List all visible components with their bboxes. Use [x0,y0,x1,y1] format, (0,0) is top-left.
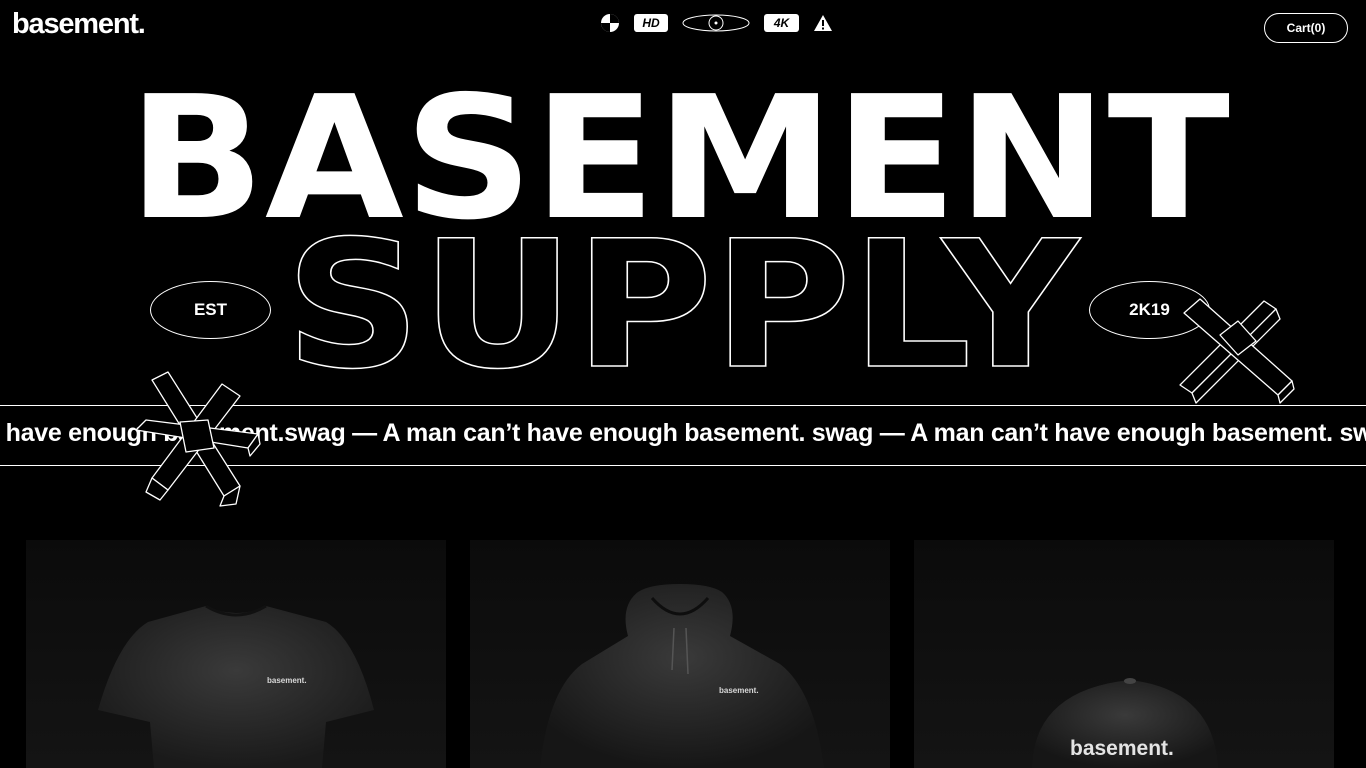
cart-button[interactable]: Cart(0) [1264,13,1348,43]
contrast-icon [600,13,620,33]
warning-icon [813,14,833,32]
hd-badge: HD [634,14,668,32]
tshirt-image [98,604,374,768]
4k-badge: 4K [764,14,799,32]
site-logo[interactable]: basement. [12,8,146,41]
star-3d-icon [1179,298,1295,404]
hoodie-logo: basement. [719,686,759,695]
product-card-tshirt[interactable]: basement. [26,540,446,768]
hoodie-image [540,584,824,768]
cap-logo: basement. [1070,737,1174,760]
cap-image [1032,678,1218,768]
tshirt-logo: basement. [267,676,307,685]
eye-icon [682,13,750,33]
star-3d-icon [135,371,261,507]
product-card-cap[interactable]: basement. [914,540,1334,768]
product-card-hoodie[interactable]: basement. [470,540,890,768]
est-badge: EST [150,281,271,339]
header-icon-row: HD 4K [600,11,847,35]
hero-line-supply: SUPPLY [285,203,1082,380]
